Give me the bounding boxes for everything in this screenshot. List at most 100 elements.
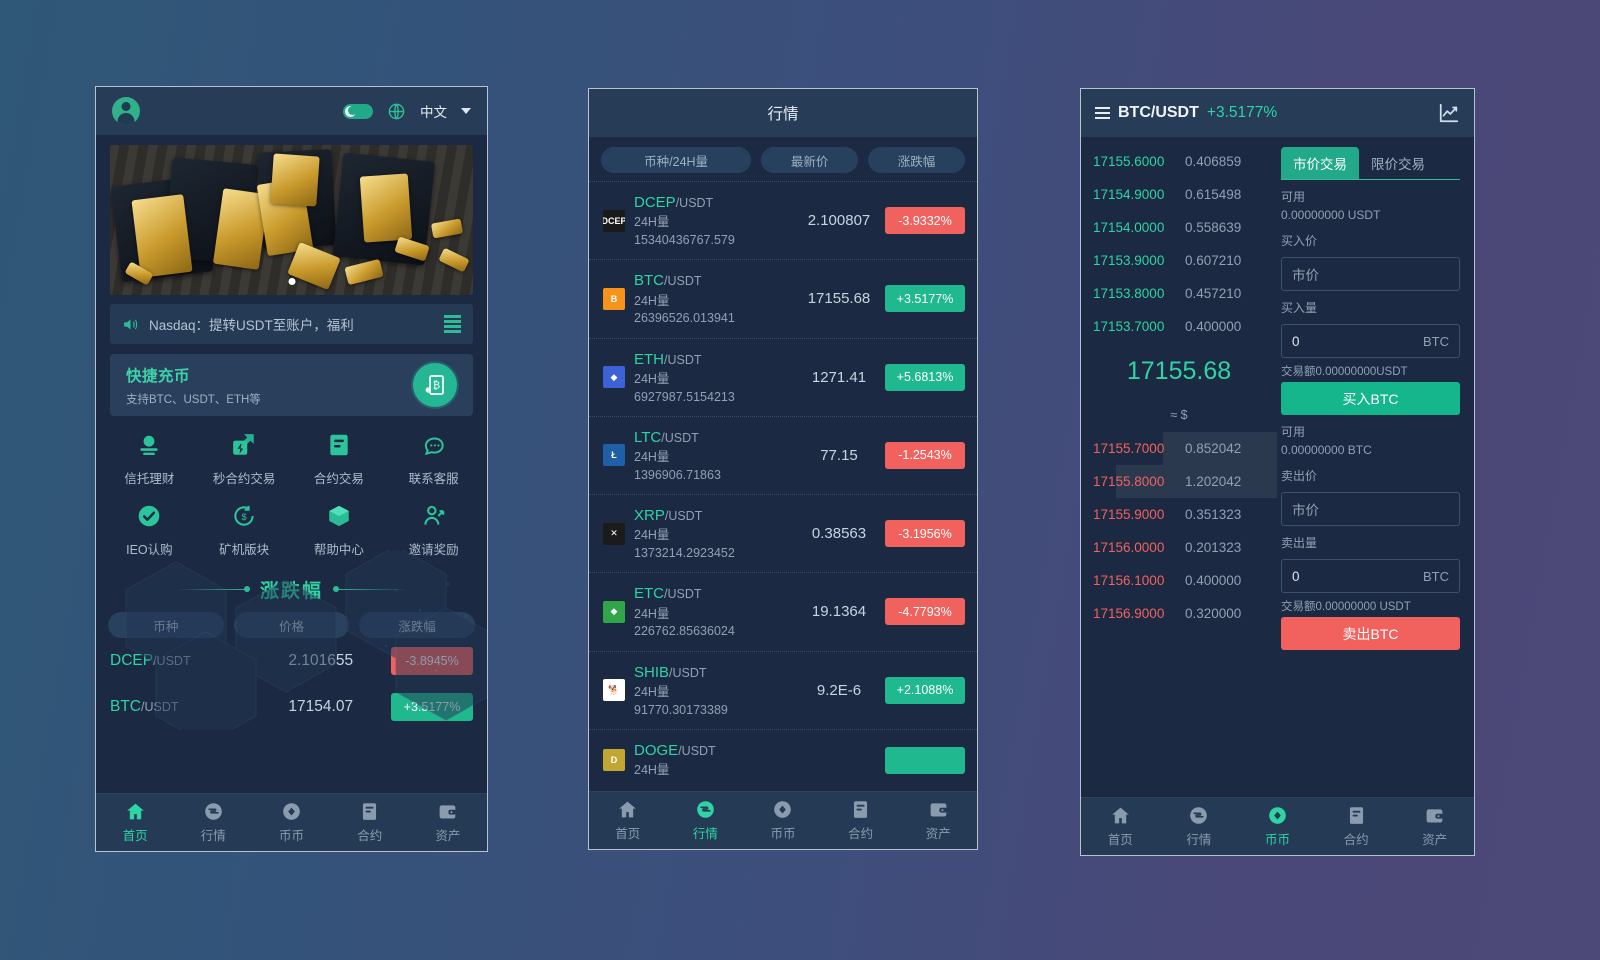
feature-miner[interactable]: $ 矿机版块 bbox=[197, 501, 292, 558]
buy-price-label: 买入价 bbox=[1281, 234, 1318, 248]
orderbook-price: 17156.9000 bbox=[1093, 606, 1165, 621]
feature-label: 帮助中心 bbox=[313, 543, 364, 557]
trade-header: BTC/USDT +3.5177% bbox=[1081, 89, 1474, 137]
order-form: 市价交易 限价交易 可用 0.00000000 USDT 买入价 市价 买入量 … bbox=[1277, 137, 1474, 797]
orderbook-row[interactable]: 17156.1000 0.400000 bbox=[1081, 564, 1277, 597]
nav-item-home[interactable]: 首页 bbox=[96, 801, 174, 844]
nav-item-assets[interactable]: 资产 bbox=[409, 801, 487, 844]
feature-trust-finance[interactable]: 信托理财 bbox=[102, 430, 197, 487]
nav-item-contract[interactable]: 合约 bbox=[331, 801, 409, 844]
tab-market-order[interactable]: 市价交易 bbox=[1281, 147, 1359, 179]
nav-label: 币币 bbox=[279, 829, 305, 843]
orderbook-asks: 17155.7000 0.852042 17155.8000 1.202042 1715… bbox=[1081, 432, 1277, 630]
tab-change[interactable]: 涨跌幅 bbox=[868, 147, 966, 173]
feature-customer-service[interactable]: 联系客服 bbox=[386, 430, 481, 487]
market-row[interactable]: ◆ ETC/USDT 24H量 226762.85636024 19.1364 -4.77… bbox=[589, 572, 977, 650]
volume-value: 91770.30173389 bbox=[634, 702, 728, 717]
sell-available-label: 可用 bbox=[1281, 425, 1306, 439]
sell-amount-input[interactable]: 0 BTC bbox=[1281, 559, 1460, 593]
moon-toggle-icon[interactable] bbox=[343, 103, 373, 119]
orderbook-row[interactable]: 17156.9000 0.320000 bbox=[1081, 597, 1277, 630]
feature-contract-trade[interactable]: 合约交易 bbox=[292, 430, 387, 487]
column-change[interactable]: 涨跌幅 bbox=[359, 612, 476, 638]
nav-item-assets[interactable]: 资产 bbox=[1395, 805, 1474, 848]
buy-button[interactable]: 买入BTC bbox=[1281, 382, 1460, 415]
change-rows: DCEP/USDT 2.101655 -3.8945% BTC/USDT 171… bbox=[96, 638, 487, 730]
orderbook-row[interactable]: 17155.7000 0.852042 bbox=[1081, 432, 1277, 465]
market-row[interactable]: 🐕 SHIB/USDT 24H量 91770.30173389 9.2E-6 +2.108… bbox=[589, 650, 977, 729]
orderbook-price: 17156.1000 bbox=[1093, 573, 1165, 588]
nav-item-coin-trade[interactable]: 币币 bbox=[1238, 805, 1317, 848]
buy-price-placeholder: 市价 bbox=[1292, 268, 1319, 283]
market-row[interactable]: D DOGE/USDT 24H量 bbox=[589, 728, 977, 791]
chevron-down-icon[interactable] bbox=[461, 108, 471, 114]
nav-item-contract[interactable]: 合约 bbox=[1317, 805, 1396, 848]
sell-button[interactable]: 卖出BTC bbox=[1281, 617, 1460, 650]
orderbook-row[interactable]: 17155.8000 1.202042 bbox=[1081, 465, 1277, 498]
language-label[interactable]: 中文 bbox=[420, 101, 447, 121]
nav-item-market[interactable]: 行情 bbox=[1160, 805, 1239, 848]
market-row[interactable]: DCEP DCEP/USDT 24H量 15340436767.579 2.100807… bbox=[589, 181, 977, 259]
market-row[interactable]: ✕ XRP/USDT 24H量 1373214.2923452 0.38563 -3.19… bbox=[589, 494, 977, 572]
orderbook-price: 17155.9000 bbox=[1093, 507, 1165, 522]
orderbook-row[interactable]: 17155.9000 0.351323 bbox=[1081, 498, 1277, 531]
orderbook-row[interactable]: 17154.9000 0.615498 bbox=[1081, 178, 1277, 211]
help-cube-icon bbox=[324, 501, 354, 531]
tab-last-price[interactable]: 最新价 bbox=[761, 147, 859, 173]
nav-item-home[interactable]: 首页 bbox=[589, 799, 667, 842]
column-price[interactable]: 价格 bbox=[233, 612, 350, 638]
feature-second-contract[interactable]: 秒合约交易 bbox=[197, 430, 292, 487]
table-row[interactable]: DCEP/USDT 2.101655 -3.8945% bbox=[110, 638, 473, 684]
market-row[interactable]: ◆ ETH/USDT 24H量 6927987.5154213 1271.41 +5.68… bbox=[589, 337, 977, 416]
trade-pair-label[interactable]: BTC/USDT bbox=[1118, 104, 1199, 122]
contract-icon bbox=[850, 799, 871, 820]
nav-item-home[interactable]: 首页 bbox=[1081, 805, 1160, 848]
market-list: DCEP DCEP/USDT 24H量 15340436767.579 2.100807… bbox=[589, 181, 977, 791]
tab-coin-volume[interactable]: 币种/24H量 bbox=[601, 147, 752, 173]
orderbook-row[interactable]: 17153.8000 0.457210 bbox=[1081, 277, 1277, 310]
orderbook-row[interactable]: 17156.0000 0.201323 bbox=[1081, 531, 1277, 564]
column-coin[interactable]: 币种 bbox=[108, 612, 224, 638]
nav-item-assets[interactable]: 资产 bbox=[899, 799, 977, 842]
buy-amount-input[interactable]: 0 BTC bbox=[1281, 324, 1460, 358]
row-base: BTC bbox=[110, 698, 141, 715]
table-row[interactable]: BTC/USDT 17154.07 +3.5177% bbox=[110, 684, 473, 730]
sell-amount-value: 0 bbox=[1292, 568, 1300, 584]
tab-limit-order[interactable]: 限价交易 bbox=[1359, 147, 1437, 179]
feature-help-center[interactable]: 帮助中心 bbox=[292, 501, 387, 558]
nav-item-coin-trade[interactable]: 币币 bbox=[252, 801, 330, 844]
nav-label: 首页 bbox=[122, 829, 148, 843]
wallet-icon bbox=[437, 801, 458, 822]
market-change-badge: +5.6813% bbox=[885, 363, 965, 391]
home-icon bbox=[125, 801, 146, 822]
sell-price-placeholder: 市价 bbox=[1292, 503, 1319, 518]
feature-invite-reward[interactable]: 邀请奖励 bbox=[386, 501, 481, 558]
orderbook-row[interactable]: 17155.6000 0.406859 bbox=[1081, 145, 1277, 178]
market-last-price: 17155.68 bbox=[807, 290, 871, 308]
market-row[interactable]: B BTC/USDT 24H量 26396526.013941 17155.68 +3.5… bbox=[589, 259, 977, 337]
nav-item-market[interactable]: 行情 bbox=[174, 801, 252, 844]
sell-price-input[interactable]: 市价 bbox=[1281, 492, 1460, 526]
globe-icon[interactable] bbox=[387, 102, 406, 121]
market-row[interactable]: Ł LTC/USDT 24H量 1396906.71863 77.15 -1.2543% bbox=[589, 415, 977, 494]
orderbook-row[interactable]: 17153.7000 0.400000 bbox=[1081, 310, 1277, 343]
nav-item-contract[interactable]: 合约 bbox=[822, 799, 900, 842]
nav-item-market[interactable]: 行情 bbox=[667, 799, 745, 842]
market-change-badge bbox=[885, 746, 965, 774]
row-price: 17154.07 bbox=[288, 698, 354, 715]
line-chart-icon[interactable] bbox=[1438, 102, 1460, 124]
list-menu-icon[interactable] bbox=[444, 315, 461, 333]
quick-recharge-card[interactable]: 快捷充币 支持BTC、USDT、ETH等 ₿ bbox=[110, 354, 473, 416]
announcement-bar[interactable]: Nasdaq：提转USDT至账户，福利 bbox=[110, 304, 473, 344]
orderbook-row[interactable]: 17154.0000 0.558639 bbox=[1081, 211, 1277, 244]
nav-item-coin-trade[interactable]: 币币 bbox=[744, 799, 822, 842]
orderbook-row[interactable]: 17153.9000 0.607210 bbox=[1081, 244, 1277, 277]
feature-ieo[interactable]: IEO认购 bbox=[102, 501, 197, 558]
avatar-icon[interactable] bbox=[112, 97, 140, 125]
carousel-dot[interactable] bbox=[288, 278, 295, 285]
screen-stage: 中文 Nasdaq：提转USDT至账户，福利 快捷充币 支持BTC、USDT、E… bbox=[0, 0, 1600, 960]
hamburger-icon[interactable] bbox=[1095, 107, 1110, 119]
buy-price-input[interactable]: 市价 bbox=[1281, 257, 1460, 291]
feature-label: 秒合约交易 bbox=[212, 472, 276, 486]
promo-banner[interactable] bbox=[110, 145, 473, 295]
